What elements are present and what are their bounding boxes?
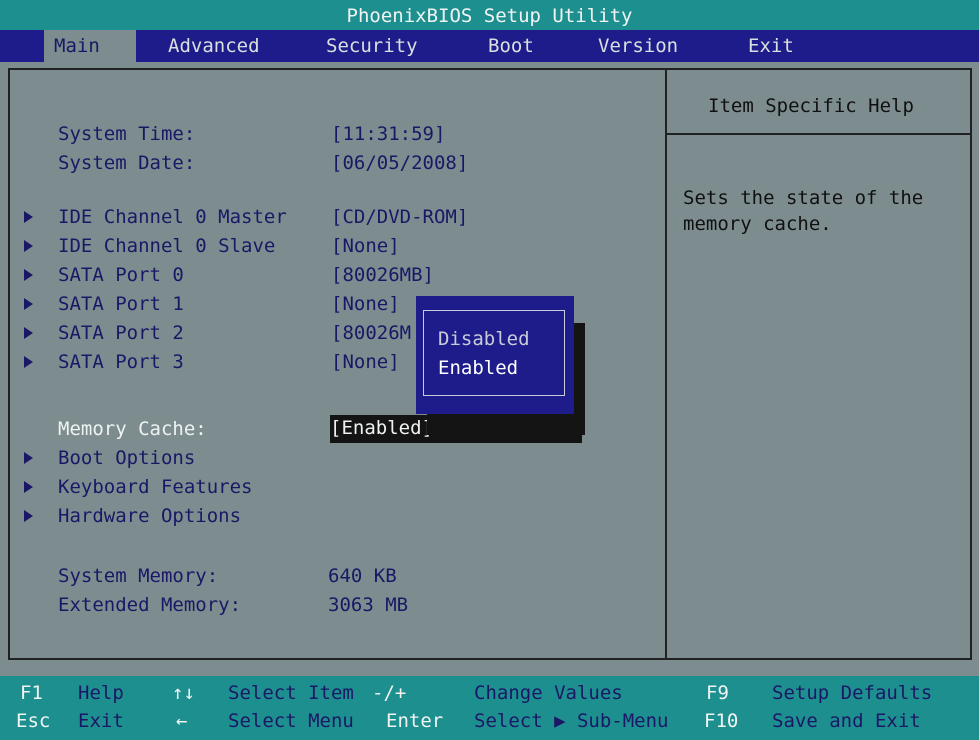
esc-desc: Exit: [78, 710, 124, 732]
f10-key: F10: [704, 710, 739, 732]
leftright-arrow-icon: ←: [176, 710, 188, 732]
sata-port-3-value: [None]: [331, 351, 400, 373]
tab-main[interactable]: Main: [44, 30, 136, 62]
memory-cache-value-text: [Enabled]: [330, 417, 433, 439]
f1-key: F1: [20, 682, 43, 704]
submenu-arrow-icon: [24, 269, 33, 281]
keyboard-features-item[interactable]: Keyboard Features: [58, 474, 252, 500]
plus-minus-desc: Change Values: [474, 682, 623, 704]
help-title: Item Specific Help: [708, 95, 914, 117]
plus-minus-key: -/+: [372, 682, 407, 704]
ide-channel-0-slave-item[interactable]: IDE Channel 0 Slave: [58, 233, 275, 259]
popup-frame: [423, 310, 565, 396]
tab-exit[interactable]: Exit: [738, 30, 804, 62]
help-text: Sets the state of the memory cache.: [683, 187, 924, 235]
tab-version[interactable]: Version: [588, 30, 688, 62]
popup-option-disabled[interactable]: Disabled: [438, 326, 530, 352]
f9-desc: Setup Defaults: [772, 682, 933, 704]
sata-port-2-item[interactable]: SATA Port 2: [58, 320, 184, 346]
popup-option-enabled[interactable]: Enabled: [438, 355, 518, 381]
system-date-value[interactable]: [06/05/2008]: [331, 150, 468, 176]
f9-key: F9: [706, 682, 729, 704]
system-memory-label: System Memory:: [58, 565, 219, 587]
system-date-label: System Date:: [58, 152, 196, 174]
submenu-arrow-icon: [24, 452, 33, 464]
tab-security[interactable]: Security: [316, 30, 428, 62]
sata-port-1-item[interactable]: SATA Port 1: [58, 291, 184, 317]
sata-port-0-item[interactable]: SATA Port 0: [58, 262, 184, 288]
sata-port-3-item[interactable]: SATA Port 3: [58, 349, 184, 375]
extended-memory-value: 3063 MB: [328, 594, 409, 616]
memory-cache-label: Memory Cache:: [58, 418, 207, 440]
esc-key: Esc: [16, 710, 51, 732]
ide-channel-0-master-value: [CD/DVD-ROM]: [331, 206, 469, 228]
menu-bar: Main Advanced Security Boot Version Exit: [0, 30, 979, 62]
f1-desc: Help: [78, 682, 124, 704]
extended-memory-label: Extended Memory:: [58, 594, 242, 616]
updown-desc: Select Item: [228, 682, 354, 704]
memory-cache-popup: Disabled Enabled: [416, 296, 574, 414]
help-divider: [665, 68, 667, 660]
system-time-label: System Time:: [58, 123, 196, 145]
bios-title: PhoenixBIOS Setup Utility: [346, 5, 633, 27]
help-header-divider: [667, 133, 970, 135]
submenu-arrow-icon: [24, 298, 33, 310]
enter-desc: Select ▶ Sub-Menu: [474, 710, 669, 732]
updown-arrows-icon: ↑↓: [172, 682, 195, 704]
submenu-arrow-icon: [24, 240, 33, 252]
ide-channel-0-slave-value: [None]: [331, 235, 400, 257]
key-legend-footer: F1 Help ↑↓ Select Item -/+ Change Values…: [0, 676, 979, 740]
submenu-arrow-icon: [24, 510, 33, 522]
bios-title-bar: PhoenixBIOS Setup Utility: [0, 0, 979, 30]
boot-options-item[interactable]: Boot Options: [58, 445, 195, 471]
tab-boot[interactable]: Boot: [478, 30, 544, 62]
ide-channel-0-master-item[interactable]: IDE Channel 0 Master: [58, 204, 287, 230]
system-time-value[interactable]: [11:31:59]: [331, 121, 445, 147]
submenu-arrow-icon: [24, 327, 33, 339]
enter-key: Enter: [386, 710, 444, 732]
tab-advanced[interactable]: Advanced: [158, 30, 270, 62]
submenu-arrow-icon: [24, 211, 33, 223]
system-memory-value: 640 KB: [328, 565, 397, 587]
submenu-arrow-icon: [24, 481, 33, 493]
sata-port-1-value: [None]: [331, 293, 400, 315]
leftright-desc: Select Menu: [228, 710, 354, 732]
sata-port-2-value: [80026M: [331, 322, 412, 344]
sata-port-0-value: [80026MB]: [331, 264, 434, 286]
submenu-arrow-icon: [24, 356, 33, 368]
hardware-options-item[interactable]: Hardware Options: [58, 503, 241, 529]
f10-desc: Save and Exit: [772, 710, 921, 732]
